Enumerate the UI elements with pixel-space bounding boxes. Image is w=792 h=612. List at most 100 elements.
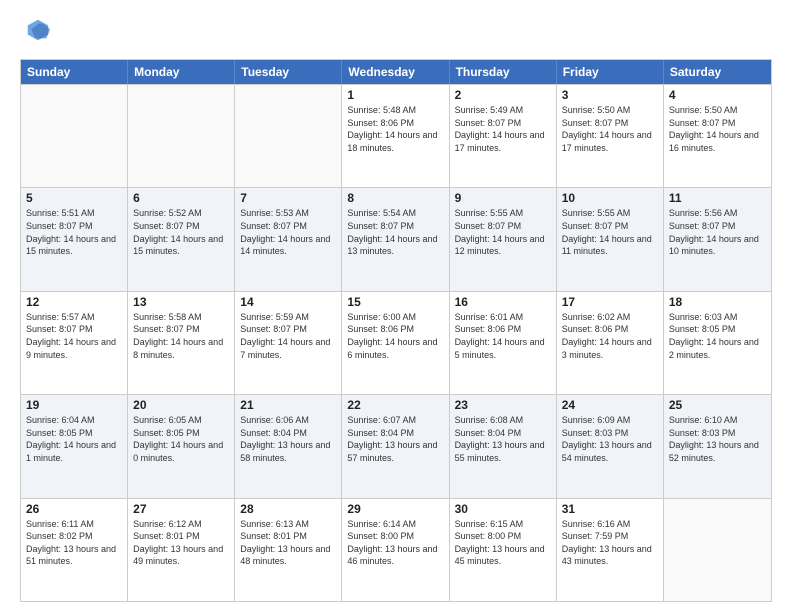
cal-cell-day-14: 14 Sunrise: 5:59 AMSunset: 8:07 PMDayligh…	[235, 292, 342, 394]
cal-cell-empty	[664, 499, 771, 601]
day-info: Sunrise: 5:55 AMSunset: 8:07 PMDaylight:…	[455, 207, 551, 257]
day-info: Sunrise: 6:14 AMSunset: 8:00 PMDaylight:…	[347, 518, 443, 568]
cal-cell-day-11: 11 Sunrise: 5:56 AMSunset: 8:07 PMDayligh…	[664, 188, 771, 290]
day-number: 1	[347, 88, 443, 102]
cal-header-sunday: Sunday	[21, 60, 128, 84]
day-info: Sunrise: 6:16 AMSunset: 7:59 PMDaylight:…	[562, 518, 658, 568]
header	[20, 16, 772, 49]
cal-week-5: 26 Sunrise: 6:11 AMSunset: 8:02 PMDayligh…	[21, 498, 771, 601]
cal-cell-day-3: 3 Sunrise: 5:50 AMSunset: 8:07 PMDaylight…	[557, 85, 664, 187]
day-info: Sunrise: 5:57 AMSunset: 8:07 PMDaylight:…	[26, 311, 122, 361]
cal-cell-day-8: 8 Sunrise: 5:54 AMSunset: 8:07 PMDaylight…	[342, 188, 449, 290]
cal-header-tuesday: Tuesday	[235, 60, 342, 84]
calendar-body: 1Sunrise: 5:48 AMSunset: 8:06 PMDaylight…	[21, 84, 771, 601]
day-info: Sunrise: 5:50 AMSunset: 8:07 PMDaylight:…	[562, 104, 658, 154]
day-info: Sunrise: 6:07 AMSunset: 8:04 PMDaylight:…	[347, 414, 443, 464]
day-info: Sunrise: 6:05 AMSunset: 8:05 PMDaylight:…	[133, 414, 229, 464]
day-number: 25	[669, 398, 766, 412]
day-info: Sunrise: 6:11 AMSunset: 8:02 PMDaylight:…	[26, 518, 122, 568]
day-number: 11	[669, 191, 766, 205]
day-info: Sunrise: 5:49 AMSunset: 8:07 PMDaylight:…	[455, 104, 551, 154]
cal-cell-day-22: 22 Sunrise: 6:07 AMSunset: 8:04 PMDayligh…	[342, 395, 449, 497]
day-info: Sunrise: 6:03 AMSunset: 8:05 PMDaylight:…	[669, 311, 766, 361]
cal-header-wednesday: Wednesday	[342, 60, 449, 84]
day-info: Sunrise: 5:52 AMSunset: 8:07 PMDaylight:…	[133, 207, 229, 257]
cal-cell-empty	[235, 85, 342, 187]
day-number: 12	[26, 295, 122, 309]
cal-cell-day-29: 29 Sunrise: 6:14 AMSunset: 8:00 PMDayligh…	[342, 499, 449, 601]
day-number: 29	[347, 502, 443, 516]
calendar-header-row: SundayMondayTuesdayWednesdayThursdayFrid…	[21, 60, 771, 84]
cal-cell-day-24: 24 Sunrise: 6:09 AMSunset: 8:03 PMDayligh…	[557, 395, 664, 497]
day-info: Sunrise: 6:13 AMSunset: 8:01 PMDaylight:…	[240, 518, 336, 568]
cal-week-4: 19 Sunrise: 6:04 AMSunset: 8:05 PMDayligh…	[21, 394, 771, 497]
cal-header-monday: Monday	[128, 60, 235, 84]
day-number: 9	[455, 191, 551, 205]
cal-cell-day-15: 15Sunrise: 6:00 AMSunset: 8:06 PMDayligh…	[342, 292, 449, 394]
day-info: Sunrise: 6:01 AMSunset: 8:06 PMDaylight:…	[455, 311, 551, 361]
cal-cell-day-1: 1Sunrise: 5:48 AMSunset: 8:06 PMDaylight…	[342, 85, 449, 187]
day-number: 22	[347, 398, 443, 412]
day-number: 15	[347, 295, 443, 309]
day-info: Sunrise: 6:02 AMSunset: 8:06 PMDaylight:…	[562, 311, 658, 361]
cal-cell-day-9: 9 Sunrise: 5:55 AMSunset: 8:07 PMDaylight…	[450, 188, 557, 290]
day-info: Sunrise: 5:59 AMSunset: 8:07 PMDaylight:…	[240, 311, 336, 361]
day-number: 20	[133, 398, 229, 412]
cal-cell-empty	[21, 85, 128, 187]
cal-cell-day-16: 16 Sunrise: 6:01 AMSunset: 8:06 PMDayligh…	[450, 292, 557, 394]
day-info: Sunrise: 5:50 AMSunset: 8:07 PMDaylight:…	[669, 104, 766, 154]
day-info: Sunrise: 5:58 AMSunset: 8:07 PMDaylight:…	[133, 311, 229, 361]
cal-cell-day-21: 21 Sunrise: 6:06 AMSunset: 8:04 PMDayligh…	[235, 395, 342, 497]
day-number: 16	[455, 295, 551, 309]
day-number: 6	[133, 191, 229, 205]
cal-cell-day-31: 31Sunrise: 6:16 AMSunset: 7:59 PMDayligh…	[557, 499, 664, 601]
cal-cell-day-12: 12 Sunrise: 5:57 AMSunset: 8:07 PMDayligh…	[21, 292, 128, 394]
cal-header-friday: Friday	[557, 60, 664, 84]
day-number: 14	[240, 295, 336, 309]
day-info: Sunrise: 6:10 AMSunset: 8:03 PMDaylight:…	[669, 414, 766, 464]
cal-header-saturday: Saturday	[664, 60, 771, 84]
day-number: 24	[562, 398, 658, 412]
day-info: Sunrise: 6:12 AMSunset: 8:01 PMDaylight:…	[133, 518, 229, 568]
day-number: 8	[347, 191, 443, 205]
day-number: 13	[133, 295, 229, 309]
cal-cell-day-2: 2 Sunrise: 5:49 AMSunset: 8:07 PMDaylight…	[450, 85, 557, 187]
cal-cell-day-10: 10Sunrise: 5:55 AMSunset: 8:07 PMDayligh…	[557, 188, 664, 290]
day-number: 30	[455, 502, 551, 516]
day-number: 27	[133, 502, 229, 516]
cal-cell-day-7: 7 Sunrise: 5:53 AMSunset: 8:07 PMDaylight…	[235, 188, 342, 290]
day-info: Sunrise: 5:53 AMSunset: 8:07 PMDaylight:…	[240, 207, 336, 257]
cal-cell-day-6: 6 Sunrise: 5:52 AMSunset: 8:07 PMDaylight…	[128, 188, 235, 290]
cal-cell-day-30: 30 Sunrise: 6:15 AMSunset: 8:00 PMDayligh…	[450, 499, 557, 601]
cal-week-3: 12 Sunrise: 5:57 AMSunset: 8:07 PMDayligh…	[21, 291, 771, 394]
cal-cell-day-5: 5Sunrise: 5:51 AMSunset: 8:07 PMDaylight…	[21, 188, 128, 290]
cal-cell-empty	[128, 85, 235, 187]
day-number: 21	[240, 398, 336, 412]
day-number: 26	[26, 502, 122, 516]
day-number: 19	[26, 398, 122, 412]
cal-cell-day-26: 26 Sunrise: 6:11 AMSunset: 8:02 PMDayligh…	[21, 499, 128, 601]
cal-cell-day-28: 28Sunrise: 6:13 AMSunset: 8:01 PMDayligh…	[235, 499, 342, 601]
logo	[20, 16, 52, 49]
day-info: Sunrise: 6:09 AMSunset: 8:03 PMDaylight:…	[562, 414, 658, 464]
day-number: 4	[669, 88, 766, 102]
cal-cell-day-18: 18Sunrise: 6:03 AMSunset: 8:05 PMDayligh…	[664, 292, 771, 394]
day-info: Sunrise: 6:06 AMSunset: 8:04 PMDaylight:…	[240, 414, 336, 464]
day-info: Sunrise: 6:15 AMSunset: 8:00 PMDaylight:…	[455, 518, 551, 568]
day-info: Sunrise: 5:54 AMSunset: 8:07 PMDaylight:…	[347, 207, 443, 257]
day-number: 10	[562, 191, 658, 205]
day-number: 2	[455, 88, 551, 102]
cal-week-2: 5Sunrise: 5:51 AMSunset: 8:07 PMDaylight…	[21, 187, 771, 290]
cal-cell-day-19: 19 Sunrise: 6:04 AMSunset: 8:05 PMDayligh…	[21, 395, 128, 497]
day-info: Sunrise: 6:04 AMSunset: 8:05 PMDaylight:…	[26, 414, 122, 464]
cal-cell-day-25: 25 Sunrise: 6:10 AMSunset: 8:03 PMDayligh…	[664, 395, 771, 497]
day-number: 7	[240, 191, 336, 205]
day-number: 3	[562, 88, 658, 102]
calendar: SundayMondayTuesdayWednesdayThursdayFrid…	[20, 59, 772, 602]
day-info: Sunrise: 5:56 AMSunset: 8:07 PMDaylight:…	[669, 207, 766, 257]
page: SundayMondayTuesdayWednesdayThursdayFrid…	[0, 0, 792, 612]
cal-cell-day-20: 20 Sunrise: 6:05 AMSunset: 8:05 PMDayligh…	[128, 395, 235, 497]
cal-cell-day-23: 23Sunrise: 6:08 AMSunset: 8:04 PMDayligh…	[450, 395, 557, 497]
day-info: Sunrise: 5:51 AMSunset: 8:07 PMDaylight:…	[26, 207, 122, 257]
cal-cell-day-17: 17Sunrise: 6:02 AMSunset: 8:06 PMDayligh…	[557, 292, 664, 394]
